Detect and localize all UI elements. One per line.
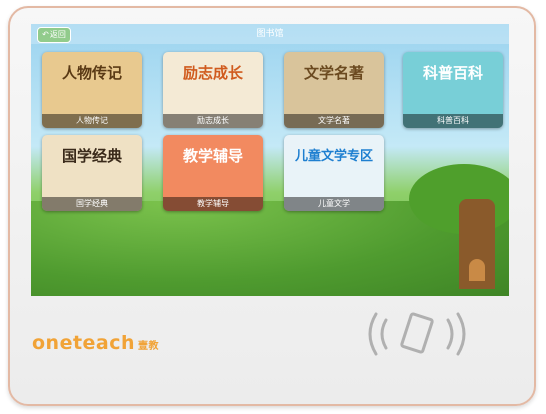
card-title: 文学名著 [303,64,364,82]
page-title: 图书馆 [256,29,284,39]
brand-logo: oneteach 壹教 [32,332,159,354]
back-button[interactable]: ↶返回 [37,27,71,43]
card-science[interactable]: 科普百科 科普百科 [403,52,503,128]
card-caption: 励志成长 [163,114,263,128]
card-title: 国学经典 [61,147,122,165]
card-caption: 国学经典 [42,197,142,211]
back-label: 返回 [49,30,66,39]
card-guoxue[interactable]: 国学经典 国学经典 [42,135,142,211]
back-arrow-icon: ↶ [42,30,49,39]
card-caption: 教学辅导 [163,197,263,211]
title-bar: 图书馆 [31,24,509,44]
card-title: 儿童文学专区 [294,149,373,164]
card-title: 教学辅导 [182,147,243,165]
card-caption: 儿童文学 [284,197,384,211]
card-caption: 人物传记 [42,114,142,128]
card-tutoring[interactable]: 教学辅导 教学辅导 [163,135,263,211]
card-children-literature[interactable]: 儿童文学专区 儿童文学 [284,135,384,211]
card-caption: 文学名著 [284,114,384,128]
screen: 图书馆 ↶返回 人物传记 人物传记 励志成长 励志成长 文学名著 文学名著 科普… [31,24,509,296]
card-biography[interactable]: 人物传记 人物传记 [42,52,142,128]
card-caption: 科普百科 [403,114,503,128]
card-title: 人物传记 [61,64,122,82]
card-title: 科普百科 [422,64,483,82]
card-inspiration[interactable]: 励志成长 励志成长 [163,52,263,128]
card-classics[interactable]: 文学名著 文学名著 [284,52,384,128]
tree-door [469,259,485,281]
brand-name: oneteach [32,332,136,354]
card-title: 励志成长 [182,64,243,82]
brand-name-cn: 壹教 [138,341,160,352]
nfc-reader-icon [368,312,466,356]
